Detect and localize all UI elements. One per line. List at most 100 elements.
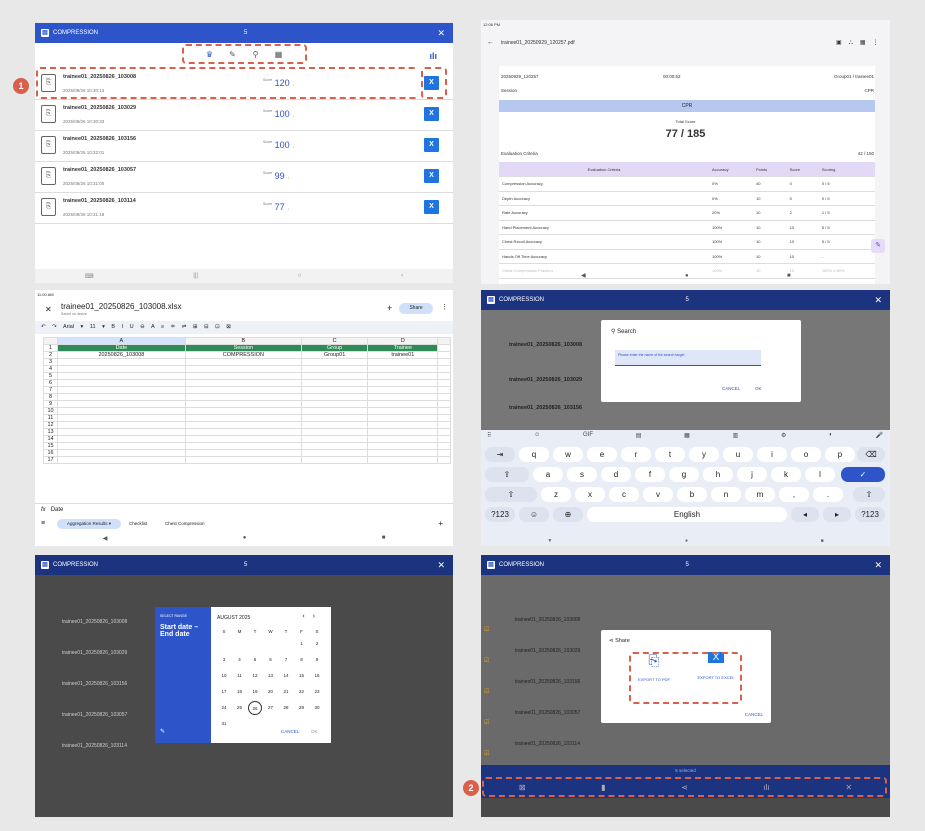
sheet-grid[interactable]: ABCD 1 Date Session Group Trainee 2 20250826_… xyxy=(43,337,451,464)
key-k[interactable]: k xyxy=(771,467,801,482)
pdf-icon[interactable]: ⎘ xyxy=(41,136,56,154)
tab-aggregation[interactable]: Aggregation Results ▾ xyxy=(57,519,121,529)
calendar-day[interactable]: 7 xyxy=(279,653,293,667)
calendar-day[interactable]: 12 xyxy=(248,669,262,683)
key-r[interactable]: r xyxy=(621,447,651,462)
calendar-day[interactable]: 18 xyxy=(233,685,247,699)
backspace-key[interactable]: ⌫ xyxy=(857,447,885,462)
symbols-key-right[interactable]: ?123 xyxy=(855,507,885,522)
edit-fab-icon[interactable]: ✎ xyxy=(871,239,885,253)
calendar-day[interactable]: 17 xyxy=(217,685,231,699)
calendar-day[interactable]: 28 xyxy=(279,701,293,715)
calendar-day[interactable]: 5 xyxy=(248,653,262,667)
key-s[interactable]: s xyxy=(567,467,597,482)
key-o[interactable]: o xyxy=(791,447,821,462)
key-q[interactable]: q xyxy=(519,447,549,462)
pdf-icon[interactable]: ⎘ xyxy=(41,167,56,185)
calendar-day[interactable]: 24 xyxy=(217,701,231,715)
more-icon[interactable]: ⋮ xyxy=(441,303,448,311)
language-key[interactable]: ⊕ xyxy=(553,507,583,522)
emoji-key[interactable]: ☺ xyxy=(519,507,549,522)
back-nav-icon[interactable]: ▼ xyxy=(547,538,552,544)
key-e[interactable]: e xyxy=(587,447,617,462)
key-u[interactable]: u xyxy=(723,447,753,462)
excel-icon[interactable]: X xyxy=(424,138,439,152)
key-f[interactable]: f xyxy=(635,467,665,482)
symbols-key[interactable]: ?123 xyxy=(485,507,515,522)
calendar-day[interactable]: 16 xyxy=(310,669,324,683)
recents-nav-icon[interactable]: ■ xyxy=(821,538,824,544)
table-row[interactable]: 1 Date Session Group Trainee xyxy=(43,344,451,352)
edit-pen-icon[interactable]: ✎ xyxy=(160,728,165,735)
key-j[interactable]: j xyxy=(737,467,767,482)
calendar-day[interactable]: 15 xyxy=(295,669,309,683)
recents-nav-icon[interactable]: ■ xyxy=(787,273,791,279)
shift-key-right[interactable]: ⇧ xyxy=(853,487,885,502)
calendar-day[interactable]: 13 xyxy=(264,669,278,683)
ok-button[interactable]: OK xyxy=(311,729,318,734)
enter-key[interactable]: ✓ xyxy=(841,467,885,482)
share-button[interactable]: Share xyxy=(399,303,433,314)
key-1[interactable]: x xyxy=(575,487,605,502)
add-sheet-icon[interactable]: + xyxy=(438,519,443,528)
key-p[interactable]: p xyxy=(825,447,855,462)
close-icon[interactable]: ✕ xyxy=(874,560,882,571)
calendar-day[interactable]: 19 xyxy=(248,685,262,699)
keyboard-icon[interactable]: ⌨ xyxy=(85,273,94,280)
tab-chest-compression[interactable]: Chest Compression xyxy=(165,521,205,526)
pdf-icon[interactable]: ⎘ xyxy=(41,198,56,216)
back-nav-icon[interactable]: ◀ xyxy=(103,535,108,546)
key-3[interactable]: v xyxy=(643,487,673,502)
list-item[interactable]: ⎘ trainee01_20250826_103114 2025/08/26 10:… xyxy=(35,193,453,224)
space-key[interactable]: English xyxy=(587,507,787,522)
tab-key[interactable]: ⇥ xyxy=(485,447,515,462)
key-7[interactable]: , xyxy=(779,487,809,502)
month-nav-icons[interactable]: ‹› xyxy=(302,613,323,620)
format-toolbar[interactable]: ↶ ↷ Arial ▾ 11 ▾ B I U ⊖ A ≡ ≑ ⇌ ⊞ ⊟ ⊡ ⊠ xyxy=(35,321,453,334)
back-icon[interactable]: ‹ xyxy=(401,273,403,279)
back-arrow-icon[interactable]: ← xyxy=(487,39,494,46)
calendar-day[interactable]: 26 xyxy=(248,701,262,715)
calendar-day[interactable]: 11 xyxy=(233,669,247,683)
calendar-day[interactable]: 1 xyxy=(295,637,309,651)
keyboard-toolbar[interactable]: ⠿ ☺ GIF ▤ ▦ ▥ ⚙ ◐ 🎤 xyxy=(487,432,883,439)
calendar-day[interactable]: 10 xyxy=(217,669,231,683)
key-8[interactable]: . xyxy=(813,487,843,502)
cancel-button[interactable]: CANCEL xyxy=(722,386,740,391)
month-label[interactable]: AUGUST 2025 xyxy=(217,615,250,621)
calendar-day[interactable]: 3 xyxy=(217,653,231,667)
excel-icon[interactable]: X xyxy=(424,200,439,214)
calendar-day[interactable]: 21 xyxy=(279,685,293,699)
key-l[interactable]: l xyxy=(805,467,835,482)
calendar-day[interactable]: 2 xyxy=(310,637,324,651)
key-0[interactable]: z xyxy=(541,487,571,502)
row-checkboxes[interactable]: ☑ ☑ ☑ ☑ ☑ xyxy=(484,615,489,770)
calendar-day[interactable]: 23 xyxy=(310,685,324,699)
close-icon[interactable]: ✕ xyxy=(437,560,445,571)
right-key[interactable]: ▸ xyxy=(823,507,851,522)
calendar-day[interactable]: 20 xyxy=(264,685,278,699)
home-icon[interactable]: ○ xyxy=(298,273,302,279)
list-item[interactable]: ⎘ trainee01_20250826_103156 2025/08/26 10:… xyxy=(35,131,453,162)
calendar-day[interactable]: 4 xyxy=(233,653,247,667)
key-6[interactable]: m xyxy=(745,487,775,502)
calendar-day[interactable]: 22 xyxy=(295,685,309,699)
cancel-button[interactable]: CANCEL xyxy=(745,712,763,717)
key-4[interactable]: b xyxy=(677,487,707,502)
excel-icon[interactable]: X xyxy=(424,169,439,183)
calendar-day[interactable]: 8 xyxy=(295,653,309,667)
search-input[interactable]: Please enter the name of the search targ… xyxy=(615,350,761,366)
ok-button[interactable]: OK xyxy=(755,386,762,391)
list-item[interactable]: ⎘ trainee01_20250826_103057 2025/08/26 10:… xyxy=(35,162,453,193)
excel-icon[interactable]: X xyxy=(424,107,439,121)
table-row[interactable]: 2 20250826_103008 COMPRESSION Group01 traine… xyxy=(43,351,451,359)
shift-key[interactable]: ⇧ xyxy=(485,487,537,502)
sheets-menu-icon[interactable]: ≡ xyxy=(41,520,45,527)
pdf-action-icons[interactable]: ▣⛬▦⋮ xyxy=(836,39,886,47)
calendar-day[interactable]: 31 xyxy=(217,717,231,731)
key-w[interactable]: w xyxy=(553,447,583,462)
calendar-day[interactable]: 9 xyxy=(310,653,324,667)
key-d[interactable]: d xyxy=(601,467,631,482)
pdf-icon[interactable]: ⎘ xyxy=(41,105,56,123)
chart-icon[interactable]: ılı xyxy=(429,51,437,61)
